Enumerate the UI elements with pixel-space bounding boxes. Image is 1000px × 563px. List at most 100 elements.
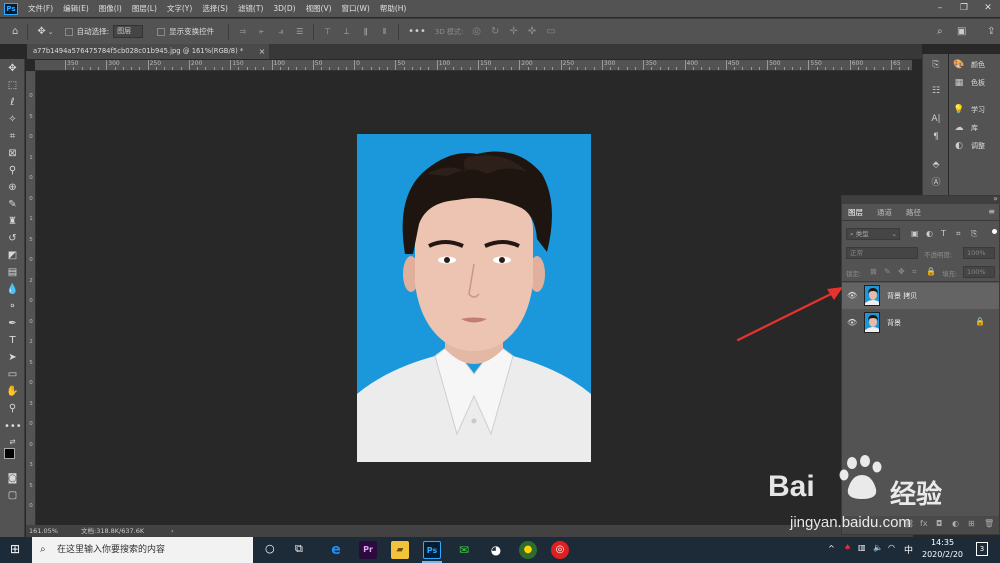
menu-edit[interactable]: 编辑(E) [63,3,89,14]
clock-date[interactable]: 2020/2/20 [922,550,963,559]
filter-smart-icon[interactable]: ⎘ [971,229,977,239]
menu-image[interactable]: 图像(I) [99,3,122,14]
premiere-pro-icon[interactable]: Pr [359,541,377,559]
lock-all-icon[interactable]: 🔒 [926,267,936,276]
zoom-level[interactable]: 161.05% [29,525,58,537]
windows-start-icon[interactable]: ⊞ [10,542,20,556]
zoom-tool-icon[interactable]: ⚲ [4,401,21,416]
minimize-icon[interactable]: – [928,0,952,17]
move-tool-icon[interactable]: ✥ [4,61,21,76]
lasso-tool-icon[interactable]: ℓ [4,95,21,110]
align-top-icon[interactable]: ⊤ [322,27,333,37]
healing-brush-tool-icon[interactable]: ⊕ [4,180,21,195]
layer-name[interactable]: 背景 [887,318,901,328]
lock-icon[interactable]: 🔒 [975,317,985,326]
opacity-field[interactable]: 100% [963,247,995,259]
align-bottom-icon[interactable]: ǁ [360,27,371,37]
media-player-icon[interactable]: ● [519,541,537,559]
lock-pixels-icon[interactable]: ✎ [884,267,891,276]
edit-toolbar-icon[interactable]: ••• [4,419,22,434]
magic-wand-tool-icon[interactable]: ✧ [4,112,21,127]
show-transform-checkbox[interactable] [157,27,166,36]
rectangle-tool-icon[interactable]: ▭ [4,367,21,382]
edge-browser-icon[interactable]: e [327,541,345,559]
align-right-icon[interactable]: ⫣ [275,27,286,37]
filter-shape-icon[interactable]: ⌗ [956,229,961,239]
document-tab[interactable]: a77b1494a576475784f5cb028c01b945.jpg @ 1… [27,44,269,59]
auto-select-dropdown[interactable]: 图层 [113,25,144,38]
library-panel-button[interactable]: ☁ 库 [953,120,979,136]
move-tool-icon[interactable]: ✥ [37,26,45,37]
menu-select[interactable]: 选择(S) [202,3,228,14]
wechat-icon[interactable]: ✉ [455,541,473,559]
filter-kind-dropdown[interactable]: ⌕ 类型 ⌄ [846,228,900,240]
workspace-icon[interactable]: ▣ [957,26,966,37]
restore-icon[interactable]: ❐ [952,0,976,17]
color-panel-button[interactable]: 🎨 颜色 [953,57,985,73]
distribute-v-icon[interactable]: ⫴ [379,27,390,37]
ime-indicator[interactable]: 中 [904,543,913,556]
3d-pan-icon[interactable]: ✛ [509,26,517,37]
crop-tool-icon[interactable]: ⌗ [4,129,21,144]
3d-slide-icon[interactable]: ✜ [528,26,536,37]
menu-file[interactable]: 文件(F) [28,3,53,14]
file-explorer-icon[interactable]: ▰ [391,541,409,559]
tab-close-icon[interactable]: × [256,44,268,59]
lock-transparent-icon[interactable]: ⊠ [870,267,877,276]
cortana-icon[interactable]: ○ [265,542,275,555]
swatches-panel-button[interactable]: ▦ 色板 [953,75,985,91]
visibility-eye-icon[interactable]: 👁 [847,318,857,328]
portrait-photo[interactable] [357,134,591,462]
blend-mode-dropdown[interactable]: 正常 [846,247,918,259]
filter-adjustment-icon[interactable]: ◐ [926,229,933,238]
filter-toggle[interactable] [992,229,997,234]
clone-stamp-tool-icon[interactable]: ♜ [4,214,21,229]
qq-icon[interactable]: ◕ [487,541,505,559]
menu-filter[interactable]: 滤镜(T) [238,3,263,14]
home-icon[interactable]: ⌂ [12,26,18,37]
align-left-icon[interactable]: ⫤ [237,27,248,37]
brush-tool-icon[interactable]: ✎ [4,197,21,212]
tray-app-icon[interactable]: ♠ [844,543,851,552]
align-vcenter-icon[interactable]: ⊥ [341,27,352,37]
foreground-color-swatch[interactable] [4,448,15,459]
chevron-up-icon[interactable]: ^ [828,544,835,553]
tray-network-icon[interactable]: ▥ [858,543,866,552]
properties-panel-icon[interactable]: ☷ [929,84,943,98]
tab-layers[interactable]: 图层 [848,207,863,218]
menu-3d[interactable]: 3D(D) [273,4,295,13]
share-icon[interactable]: ⇪ [987,26,995,37]
menu-type[interactable]: 文字(Y) [167,3,192,14]
learn-panel-button[interactable]: 💡 学习 [953,102,985,118]
history-panel-icon[interactable]: ⎘ [929,58,943,72]
tab-paths[interactable]: 路径 [906,207,921,218]
menu-layer[interactable]: 图层(L) [132,3,157,14]
adjustments-panel-button[interactable]: ◐ 调整 [953,138,985,154]
menu-window[interactable]: 窗口(W) [342,3,370,14]
pen-tool-icon[interactable]: ✒ [4,316,21,331]
history-brush-tool-icon[interactable]: ↺ [4,231,21,246]
gradient-tool-icon[interactable]: ▤ [4,265,21,280]
status-chevron-icon[interactable]: › [171,525,174,537]
search-icon[interactable]: ⌕ [937,26,943,37]
fill-field[interactable]: 100% [963,266,995,278]
close-icon[interactable]: ✕ [976,0,1000,17]
marquee-tool-icon[interactable]: ⬚ [4,78,21,93]
character-panel-icon[interactable]: A| [929,112,943,126]
blur-tool-icon[interactable]: 💧 [4,282,21,297]
notification-icon[interactable]: 3 [976,542,988,556]
cube-panel-icon[interactable]: ⬘ [929,158,943,172]
frame-tool-icon[interactable]: ⊠ [4,146,21,161]
menu-help[interactable]: 帮助(H) [380,3,407,14]
layer-name[interactable]: 背景 拷贝 [887,291,917,301]
paragraph-panel-icon[interactable]: ¶ [929,130,943,144]
3d-camera-icon[interactable]: ▭ [546,26,555,37]
quick-mask-icon[interactable]: ◙ [4,471,21,486]
lock-position-icon[interactable]: ✥ [898,267,905,276]
eraser-tool-icon[interactable]: ◩ [4,248,21,263]
layer-row-background-copy[interactable]: 👁 背景 拷贝 [842,283,999,309]
more-icon[interactable]: ••• [408,26,426,37]
visibility-eye-icon[interactable]: 👁 [847,291,857,301]
filter-pixel-icon[interactable]: ▣ [911,229,919,238]
wifi-icon[interactable]: ◠ [888,543,895,552]
